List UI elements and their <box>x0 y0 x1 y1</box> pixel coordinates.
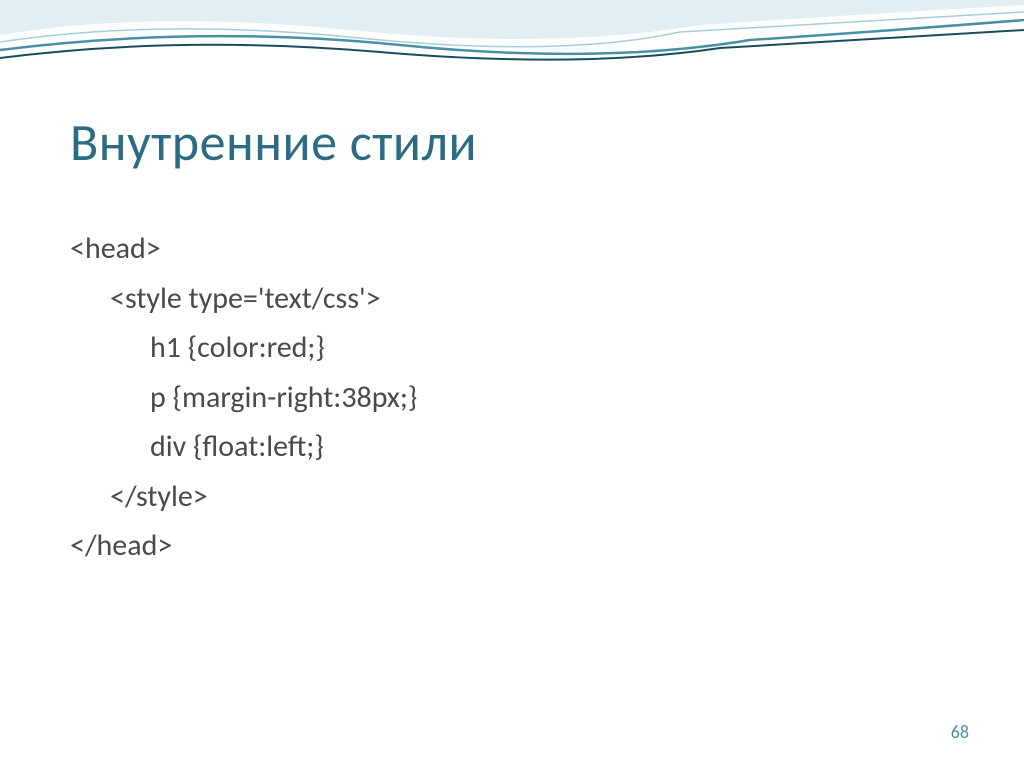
code-line-style-open: <style type='text/css'> <box>70 274 954 324</box>
slide-title: Внутренние стили <box>70 110 954 174</box>
code-line-head-close: </head> <box>70 521 954 571</box>
code-line-p-rule: p {margin-right:38px;} <box>70 373 954 423</box>
code-line-head-open: <head> <box>70 224 954 274</box>
code-block: <head> <style type='text/css'> h1 {color… <box>70 224 954 571</box>
page-number: 68 <box>951 721 969 743</box>
code-line-style-close: </style> <box>70 472 954 522</box>
code-line-h1-rule: h1 {color:red;} <box>70 323 954 373</box>
code-line-div-rule: div {float:left;} <box>70 422 954 472</box>
slide-content: Внутренние стили <head> <style type='tex… <box>0 0 1024 611</box>
